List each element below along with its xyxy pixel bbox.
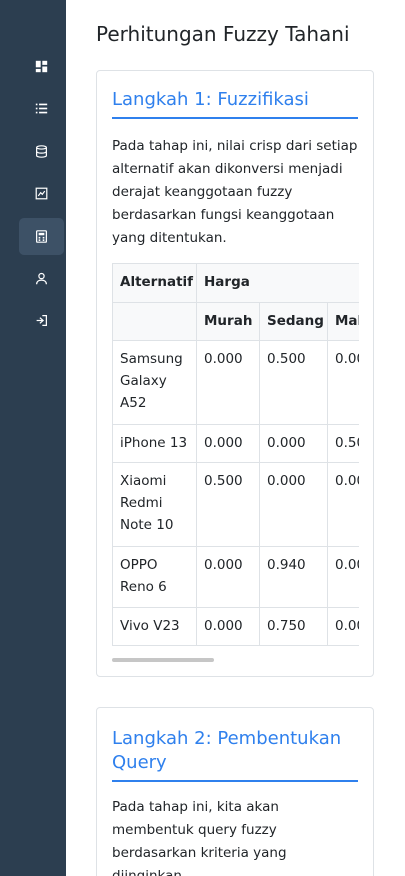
nav-calculator[interactable]: [19, 218, 64, 255]
nav-logout[interactable]: [19, 302, 64, 339]
chart-icon: [35, 187, 48, 200]
alternative-name: iPhone 13: [112, 424, 197, 463]
value-sedang: 0.500: [259, 340, 328, 425]
nav-database[interactable]: [19, 133, 64, 170]
alternative-name: Samsung Galaxy A52: [112, 340, 197, 425]
logout-icon: [36, 315, 47, 326]
value-murah: 0.000: [196, 340, 260, 425]
fuzzification-table-container[interactable]: Alternatif Harga Murah Sedang Mahal Sams…: [112, 263, 359, 647]
step2-card: Langkah 2: Pembentukan Query Pada tahap …: [96, 707, 374, 876]
alternative-name: Vivo V23: [112, 607, 197, 646]
sidebar: [0, 0, 66, 876]
value-sedang: 0.750: [259, 607, 328, 646]
value-murah: 0.000: [196, 546, 260, 608]
value-mahal: 0.000: [327, 462, 359, 547]
header-alternatif: Alternatif: [112, 263, 197, 303]
table-row: iPhone 13 0.000 0.000 0.500: [112, 424, 359, 463]
list-icon: [35, 103, 48, 114]
table-row: Samsung Galaxy A52 0.000 0.500 0.000: [112, 340, 359, 425]
dashboard-icon: [35, 60, 48, 73]
step1-card: Langkah 1: Fuzzifikasi Pada tahap ini, n…: [96, 70, 374, 677]
value-mahal: 0.000: [327, 607, 359, 646]
fuzzification-table: Alternatif Harga Murah Sedang Mahal Sams…: [112, 263, 359, 646]
value-murah: 0.500: [196, 462, 260, 547]
step1-description: Pada tahap ini, nilai crisp dari setiap …: [112, 138, 358, 246]
calculator-icon: [36, 230, 47, 243]
page-title: Perhitungan Fuzzy Tahani: [96, 22, 350, 46]
nav-list[interactable]: [19, 90, 64, 127]
nav-user[interactable]: [19, 260, 64, 297]
step2-description: Pada tahap ini, kita akan membentuk quer…: [112, 799, 287, 876]
alternative-name: OPPO Reno 6: [112, 546, 197, 608]
header-empty: [112, 302, 197, 341]
header-mahal: Mahal: [327, 302, 359, 341]
table-row: Vivo V23 0.000 0.750 0.000: [112, 607, 359, 646]
database-icon: [36, 145, 47, 158]
step2-title: Langkah 2: Pembentukan Query: [112, 727, 358, 782]
table-row: OPPO Reno 6 0.000 0.940 0.000: [112, 546, 359, 608]
nav-chart[interactable]: [19, 175, 64, 212]
header-murah: Murah: [196, 302, 260, 341]
header-sedang: Sedang: [259, 302, 328, 341]
value-murah: 0.000: [196, 424, 260, 463]
value-mahal: 0.000: [327, 546, 359, 608]
step1-title: Langkah 1: Fuzzifikasi: [112, 88, 358, 119]
main-content: Perhitungan Fuzzy Tahani Langkah 1: Fuzz…: [66, 0, 405, 876]
user-icon: [36, 272, 47, 285]
value-sedang: 0.940: [259, 546, 328, 608]
table-scrollbar[interactable]: [112, 658, 214, 662]
value-murah: 0.000: [196, 607, 260, 646]
value-sedang: 0.000: [259, 424, 328, 463]
table-row: Xiaomi Redmi Note 10 0.500 0.000 0.000: [112, 462, 359, 547]
header-harga: Harga: [196, 263, 359, 303]
value-mahal: 0.500: [327, 424, 359, 463]
nav-dashboard[interactable]: [19, 48, 64, 85]
value-mahal: 0.000: [327, 340, 359, 425]
alternative-name: Xiaomi Redmi Note 10: [112, 462, 197, 547]
value-sedang: 0.000: [259, 462, 328, 547]
